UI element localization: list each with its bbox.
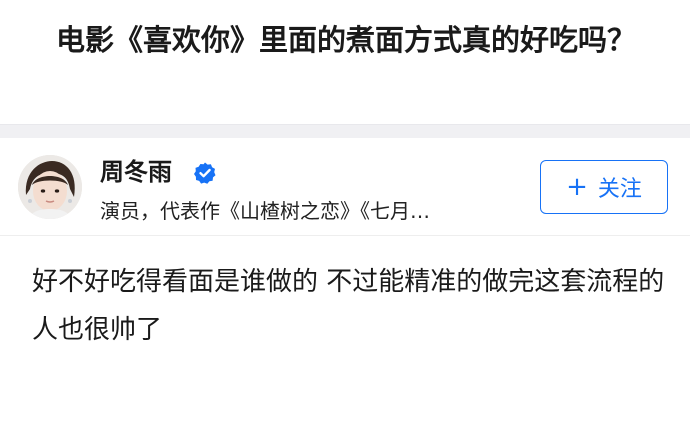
avatar-image [18,155,82,219]
section-divider [0,124,690,138]
plus-icon: + [566,172,588,202]
author-name[interactable]: 周冬雨 [100,156,172,188]
verified-badge-icon [194,162,216,184]
avatar[interactable] [18,155,82,219]
follow-button-label: 关注 [597,177,642,202]
follow-button[interactable]: + 关注 [540,160,668,214]
question-title[interactable]: 电影《喜欢你》里面的煮面方式真的好吃吗？ [36,18,656,62]
author-info: 周冬雨 演员，代表作《山楂树之恋》《七月… + 关注 [0,138,690,236]
question-header: 电影《喜欢你》里面的煮面方式真的好吃吗？ [0,0,690,124]
author-description: 演员，代表作《山楂树之恋》《七月… [100,199,430,223]
answer-content[interactable]: 好不好吃得看面是谁做的 不过能精准的做完这套流程的人也很帅了 [32,258,672,354]
